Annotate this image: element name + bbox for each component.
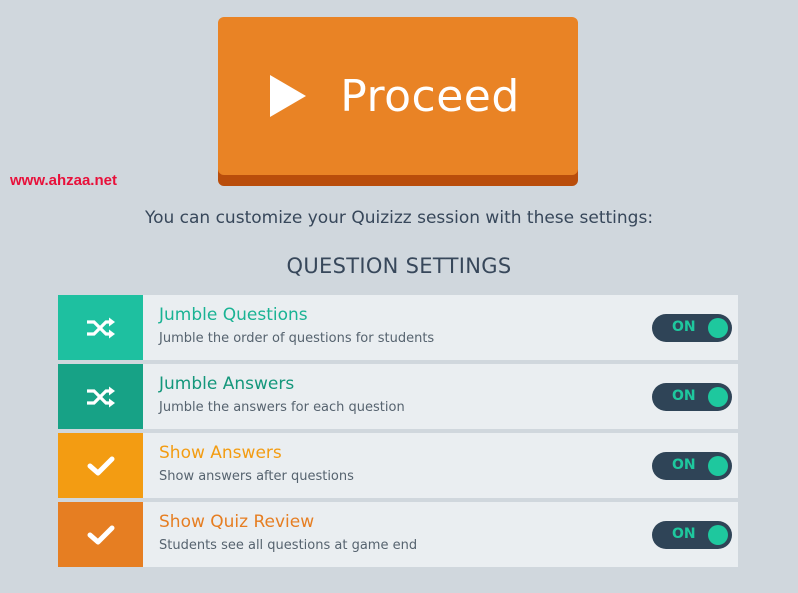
toggle-knob: [708, 387, 728, 407]
setting-description: Jumble the order of questions for studen…: [159, 331, 435, 346]
setting-title: Show Quiz Review: [159, 512, 315, 532]
toggle-knob: [708, 525, 728, 545]
shuffle-icon: [58, 295, 143, 360]
toggle-knob: [708, 318, 728, 338]
toggle-label: ON: [672, 526, 696, 542]
show-answers-toggle[interactable]: ON: [652, 452, 732, 480]
question-settings-list: Jumble Questions Jumble the order of que…: [58, 295, 738, 571]
setting-title: Jumble Answers: [159, 374, 295, 394]
show-quiz-review-toggle[interactable]: ON: [652, 521, 732, 549]
setting-row-show-quiz-review: Show Quiz Review Students see all questi…: [58, 502, 738, 567]
watermark-text: www.ahzaa.net: [10, 172, 117, 189]
section-title: QUESTION SETTINGS: [286, 254, 512, 278]
proceed-button[interactable]: Proceed: [218, 17, 578, 175]
jumble-questions-toggle[interactable]: ON: [652, 314, 732, 342]
setting-title: Jumble Questions: [159, 305, 308, 325]
setting-row-jumble-questions: Jumble Questions Jumble the order of que…: [58, 295, 738, 360]
check-icon: [58, 502, 143, 567]
setting-description: Show answers after questions: [159, 469, 354, 484]
toggle-label: ON: [672, 388, 696, 404]
shuffle-icon: [58, 364, 143, 429]
settings-subtitle: You can customize your Quizizz session w…: [144, 208, 654, 228]
toggle-label: ON: [672, 319, 696, 335]
setting-row-show-answers: Show Answers Show answers after question…: [58, 433, 738, 498]
toggle-label: ON: [672, 457, 696, 473]
play-icon: [270, 75, 307, 117]
setting-description: Jumble the answers for each question: [159, 400, 405, 415]
toggle-knob: [708, 456, 728, 476]
jumble-answers-toggle[interactable]: ON: [652, 383, 732, 411]
setting-row-jumble-answers: Jumble Answers Jumble the answers for ea…: [58, 364, 738, 429]
check-icon: [58, 433, 143, 498]
proceed-label: Proceed: [340, 70, 520, 122]
setting-description: Students see all questions at game end: [159, 538, 418, 553]
setting-title: Show Answers: [159, 443, 282, 463]
